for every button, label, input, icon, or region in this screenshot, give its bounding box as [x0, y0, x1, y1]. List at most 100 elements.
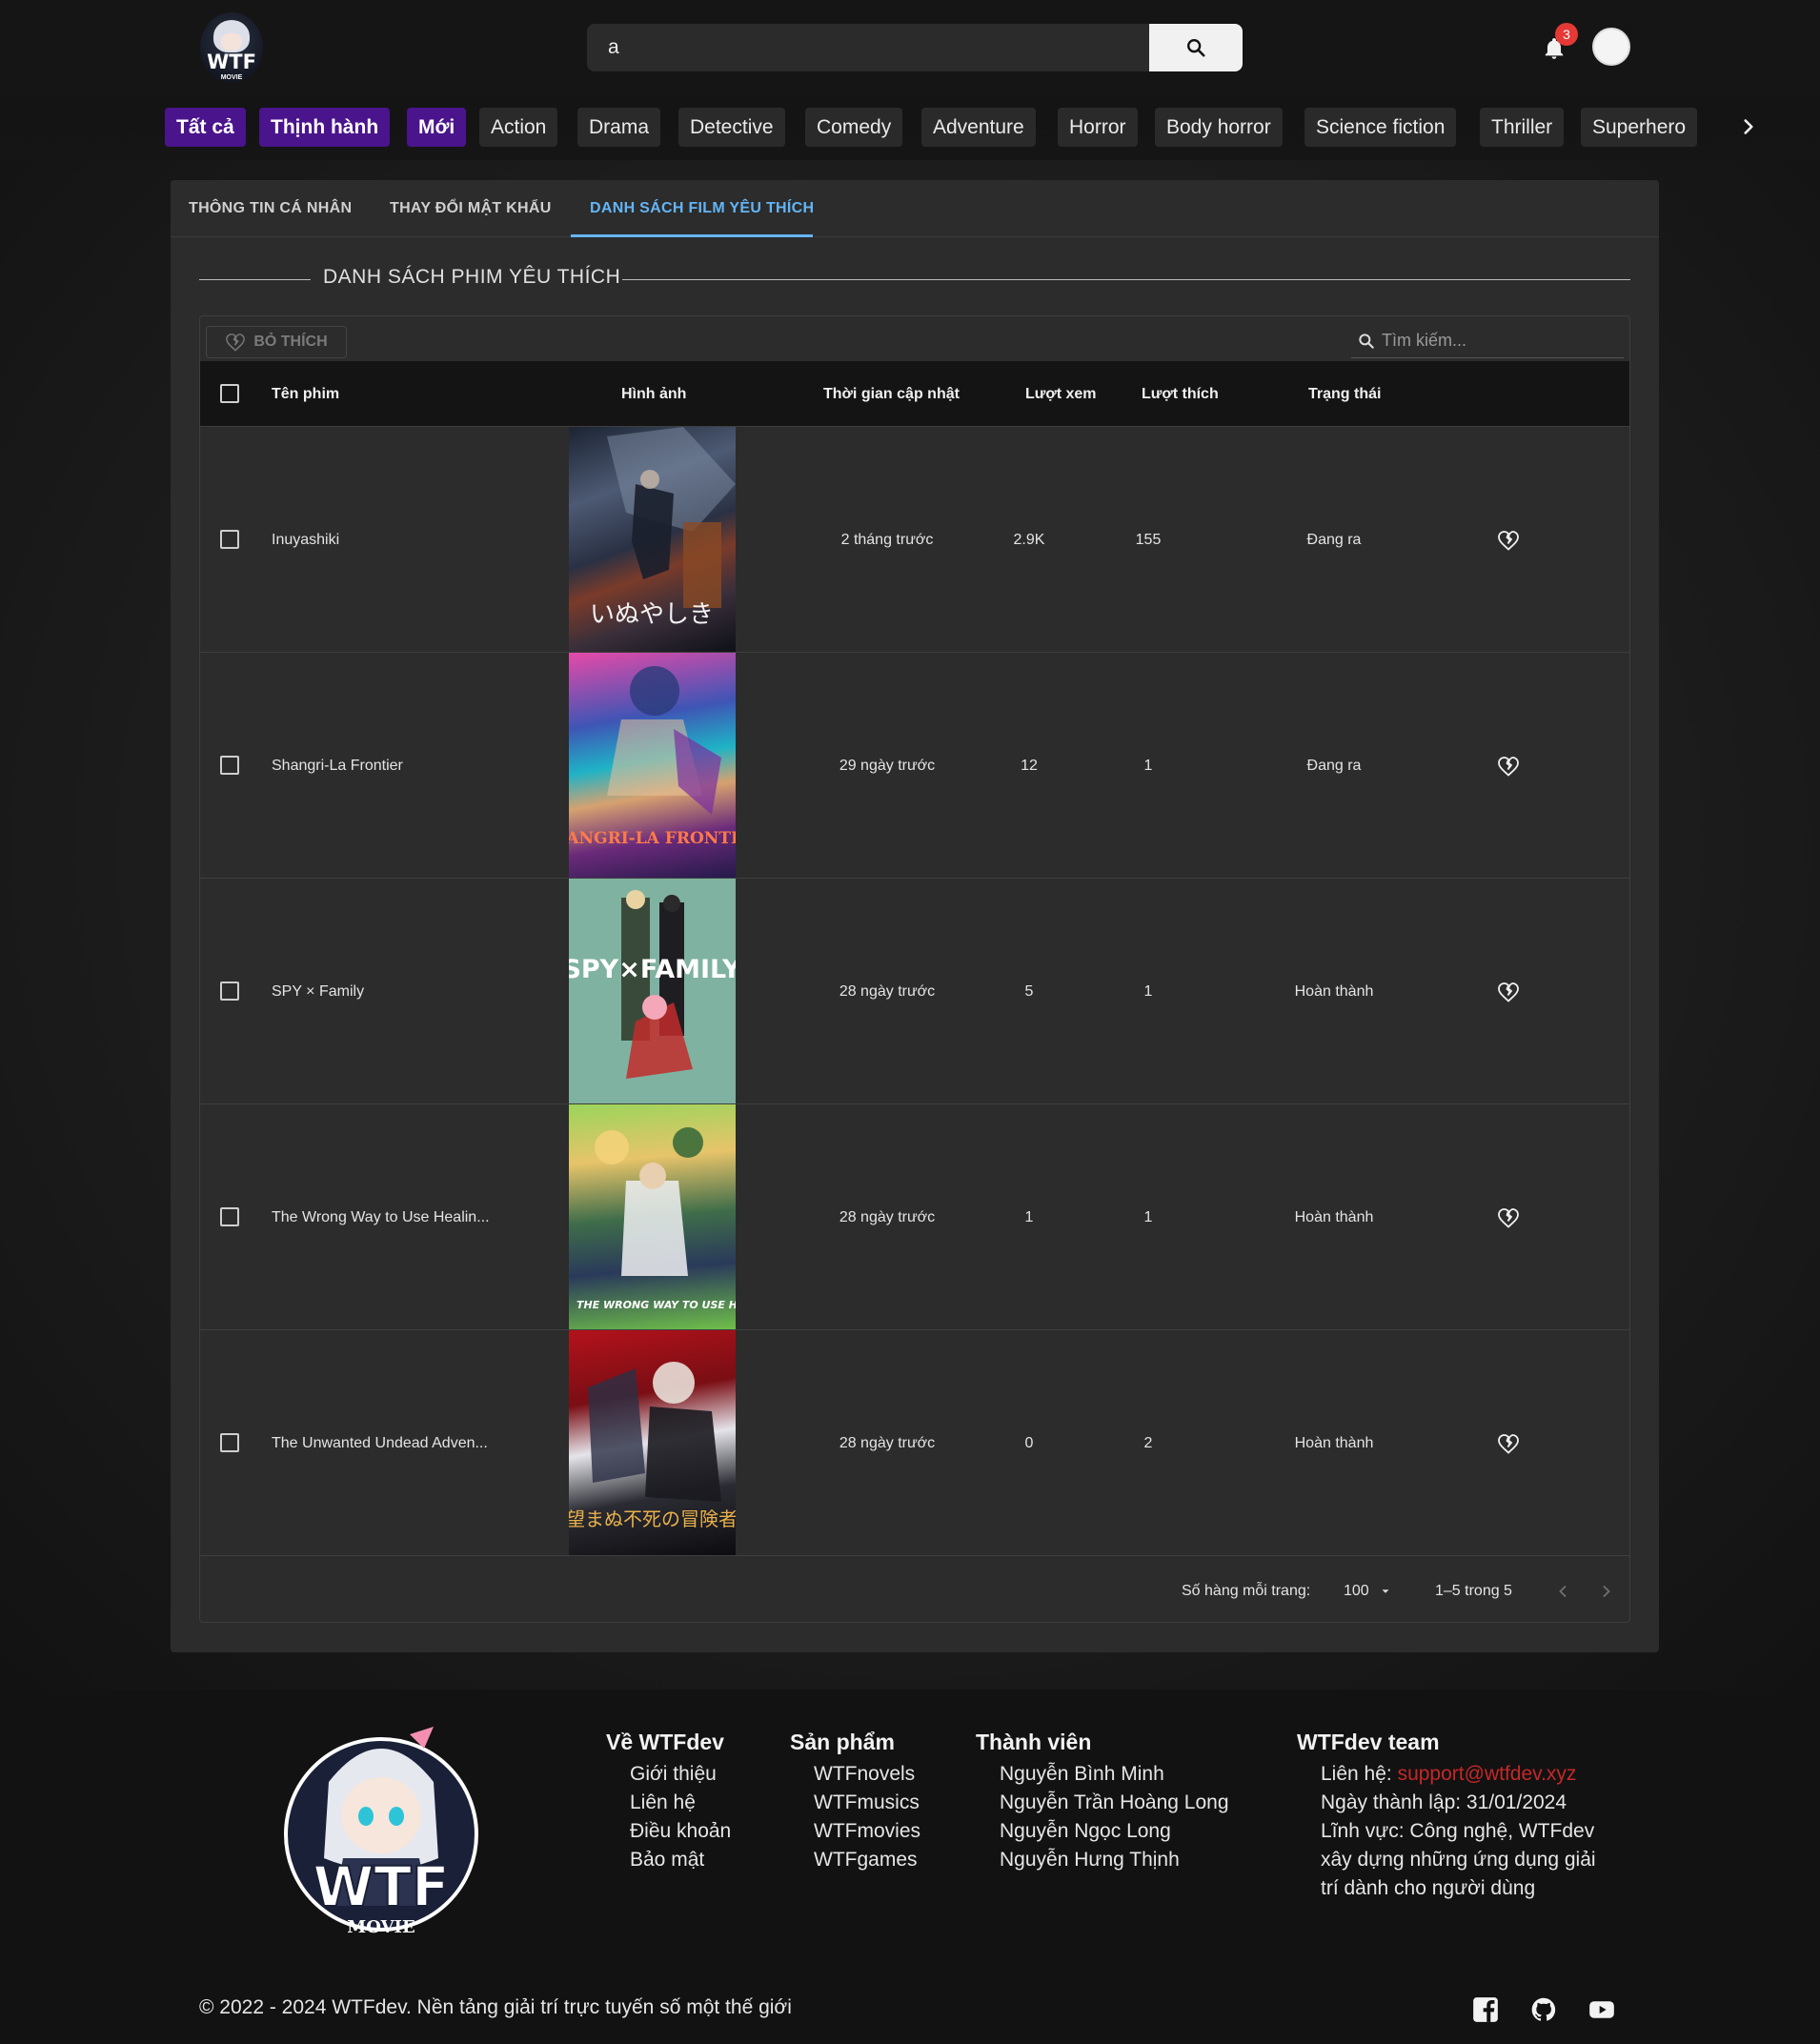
broken-heart-icon — [1498, 530, 1519, 551]
next-page-button[interactable] — [1597, 1561, 1616, 1622]
logo-face — [221, 33, 242, 51]
col-status[interactable]: Trạng thái — [1308, 361, 1381, 427]
genre-chip-body-horror[interactable]: Body horror — [1155, 108, 1283, 147]
row-unlike-button[interactable] — [1497, 1104, 1520, 1330]
genre-chip-trending[interactable]: Thịnh hành — [259, 108, 391, 147]
unlike-button[interactable]: BỎ THÍCH — [206, 326, 347, 358]
row-title[interactable]: SPY × Family — [272, 879, 364, 1104]
table-pagination: Số hàng mỗi trang: 100 1–5 trong 5 — [200, 1561, 1629, 1622]
user-avatar[interactable] — [1592, 28, 1630, 66]
table-search-input[interactable] — [1382, 331, 1620, 351]
row-updated: 2 tháng trước — [840, 531, 934, 548]
github-icon[interactable] — [1530, 1996, 1557, 2023]
poster-spy-family: SPY×FAMILY — [569, 879, 736, 1103]
genre-chip-new[interactable]: Mới — [407, 108, 467, 147]
tab-favorite-list[interactable]: DANH SÁCH FILM YÊU THÍCH — [590, 180, 814, 237]
footer-contact: Liên hệ: support@wtfdev.xyz — [1321, 1763, 1576, 1786]
chevron-right-icon[interactable] — [1736, 114, 1761, 139]
row-views: 0 — [1024, 1434, 1034, 1451]
footer-link-wtfmovies[interactable]: WTFmovies — [814, 1820, 920, 1843]
footer-member-2[interactable]: Nguyễn Trần Hoàng Long — [1000, 1791, 1229, 1814]
youtube-icon[interactable] — [1588, 1996, 1615, 2023]
search-icon — [1359, 333, 1374, 349]
genre-chip-thriller[interactable]: Thriller — [1480, 108, 1565, 147]
table-header: Tên phim Hình ảnh Thời gian cập nhật Lượ… — [200, 361, 1629, 427]
poster-title: SPY×FAMILY — [569, 955, 736, 984]
tab-personal-info[interactable]: THÔNG TIN CÁ NHÂN — [189, 180, 352, 237]
genre-chip-drama[interactable]: Drama — [577, 108, 661, 147]
poster-unwanted-undead: 望まぬ不死の冒険者 — [569, 1330, 736, 1555]
col-likes[interactable]: Lượt thích — [1142, 361, 1219, 427]
table-row: Shangri-La Frontier SHANGRI-LA FRONTIER … — [200, 653, 1629, 879]
genre-chip-horror[interactable]: Horror — [1058, 108, 1138, 147]
row-status: Hoàn thành — [1294, 1208, 1374, 1225]
section-divider-right — [622, 279, 1630, 280]
footer-link-wtfmusics[interactable]: WTFmusics — [814, 1791, 920, 1814]
broken-heart-icon — [1498, 756, 1519, 777]
col-title[interactable]: Tên phim — [272, 361, 339, 427]
footer-link-privacy[interactable]: Bảo mật — [630, 1849, 704, 1872]
row-updated: 29 ngày trước — [839, 757, 936, 774]
footer-link-terms[interactable]: Điều khoản — [630, 1820, 731, 1843]
genre-chip-action[interactable]: Action — [479, 108, 558, 147]
footer-contact-label: Liên hệ: — [1321, 1763, 1398, 1785]
row-unlike-button[interactable] — [1497, 427, 1520, 653]
row-checkbox[interactable] — [220, 1433, 239, 1452]
footer-link-intro[interactable]: Giới thiệu — [630, 1763, 717, 1786]
footer-link-wtfnovels[interactable]: WTFnovels — [814, 1763, 915, 1786]
row-title[interactable]: Shangri-La Frontier — [272, 653, 403, 879]
footer-contact-email[interactable]: support@wtfdev.xyz — [1398, 1763, 1577, 1785]
row-unlike-button[interactable] — [1497, 1330, 1520, 1556]
poster-art: いぬやしき — [590, 427, 736, 629]
footer-member-1[interactable]: Nguyễn Bình Minh — [1000, 1763, 1164, 1786]
row-likes: 1 — [1143, 1208, 1153, 1225]
row-checkbox[interactable] — [220, 982, 239, 1001]
col-image[interactable]: Hình ảnh — [621, 361, 686, 427]
footer-member-3[interactable]: Nguyễn Ngọc Long — [1000, 1820, 1171, 1843]
row-views: 1 — [1024, 1208, 1034, 1225]
row-checkbox[interactable] — [220, 1207, 239, 1226]
search-input[interactable] — [587, 24, 1149, 71]
footer-team-title: WTFdev team — [1297, 1730, 1440, 1754]
pagination-range: 1–5 trong 5 — [1435, 1583, 1512, 1599]
row-checkbox[interactable] — [220, 530, 239, 549]
row-status: Hoàn thành — [1294, 1434, 1374, 1451]
col-updated[interactable]: Thời gian cập nhật — [823, 361, 960, 427]
genre-chip-science-fiction[interactable]: Science fiction — [1304, 108, 1457, 147]
poster-wrong-way-healing: THE WRONG WAY TO USE HEALING MAGIC — [569, 1104, 736, 1329]
genre-chip-detective[interactable]: Detective — [678, 108, 785, 147]
logo-text: WTF — [207, 51, 256, 73]
genre-chip-comedy[interactable]: Comedy — [805, 108, 903, 147]
footer-link-wtfgames[interactable]: WTFgames — [814, 1849, 918, 1872]
genre-chip-all[interactable]: Tất cả — [165, 108, 246, 147]
row-checkbox[interactable] — [220, 756, 239, 775]
footer-link-contact[interactable]: Liên hệ — [630, 1791, 696, 1814]
row-title[interactable]: The Wrong Way to Use Healin... — [272, 1104, 490, 1330]
row-unlike-button[interactable] — [1497, 879, 1520, 1104]
row-title[interactable]: Inuyashiki — [272, 427, 339, 653]
site-logo[interactable]: WTF MOVIE — [200, 12, 263, 83]
rows-per-page-select[interactable]: 100 — [1344, 1561, 1392, 1622]
poster-shangri-la: SHANGRI-LA FRONTIER — [569, 653, 736, 878]
genre-chip-adventure[interactable]: Adventure — [921, 108, 1036, 147]
genre-chip-superhero[interactable]: Superhero — [1581, 108, 1698, 147]
select-all-checkbox[interactable] — [220, 384, 239, 403]
footer-member-4[interactable]: Nguyễn Hưng Thịnh — [1000, 1849, 1180, 1872]
tab-change-password[interactable]: THAY ĐỔI MẬT KHẨU — [390, 180, 552, 237]
search-button[interactable] — [1149, 24, 1243, 71]
search-icon — [1187, 39, 1205, 57]
chevron-right-icon — [1603, 1586, 1610, 1597]
col-views[interactable]: Lượt xem — [1025, 361, 1097, 427]
rows-per-page-value: 100 — [1344, 1583, 1369, 1599]
prev-page-button[interactable] — [1553, 1561, 1572, 1622]
profile-panel: THÔNG TIN CÁ NHÂN THAY ĐỔI MẬT KHẨU DANH… — [171, 180, 1659, 1652]
section-divider-left — [199, 279, 311, 280]
row-unlike-button[interactable] — [1497, 653, 1520, 879]
table-row: Inuyashiki いぬやしき 2 tháng trước 2.9K 155 … — [200, 427, 1629, 653]
row-title[interactable]: The Unwanted Undead Adven... — [272, 1330, 488, 1556]
footer-members-title: Thành viên — [976, 1730, 1092, 1754]
row-updated: 28 ngày trước — [839, 1434, 936, 1451]
tab-active-indicator — [571, 234, 813, 237]
facebook-icon[interactable] — [1472, 1996, 1499, 2023]
favorites-table: BỎ THÍCH Tên phim Hình ảnh Thời gian cập… — [199, 315, 1630, 1623]
